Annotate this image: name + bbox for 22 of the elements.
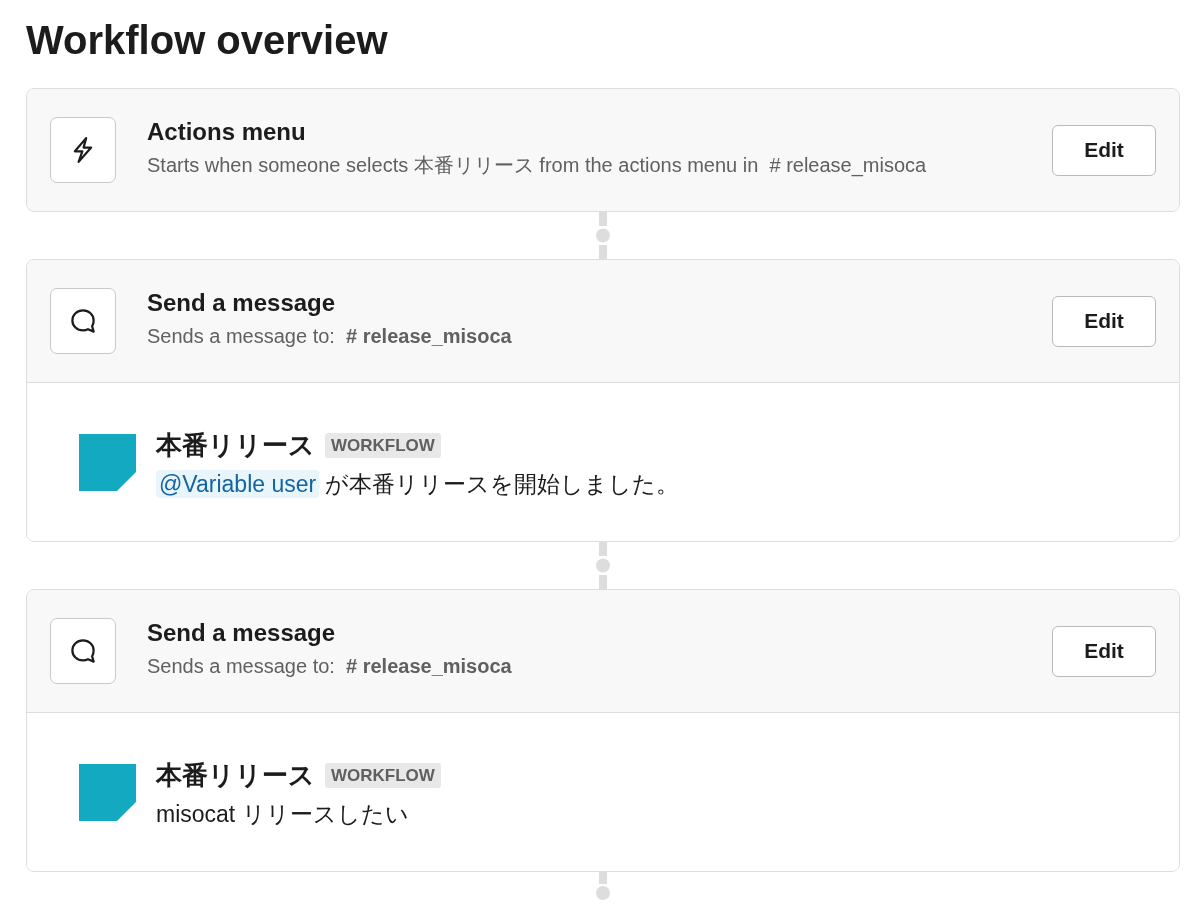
message-text: が本番リリースを開始しました。 <box>325 471 680 497</box>
message-text: misocat リリースしたい <box>156 801 409 827</box>
speech-bubble-icon <box>50 288 116 354</box>
edit-button[interactable]: Edit <box>1052 295 1156 347</box>
step-description: Sends a message to: # release_misoca <box>147 324 513 349</box>
app-avatar-icon <box>79 764 136 821</box>
step-description: Starts when someone selects 本番リリース from the actions menu in # release_misoca <box>147 153 928 179</box>
workflow-badge: WORKFLOW <box>325 432 441 458</box>
step-title: Send a message <box>147 618 337 648</box>
app-avatar-icon <box>79 434 136 491</box>
edit-button[interactable]: Edit <box>1052 625 1156 677</box>
edit-button[interactable]: Edit <box>1052 124 1156 176</box>
sender-name: 本番リリース <box>156 429 315 462</box>
sender-name: 本番リリース <box>156 759 315 792</box>
page-title: Workflow overview <box>26 17 388 64</box>
step-title: Send a message <box>147 288 337 318</box>
user-mention[interactable]: @Variable user <box>156 470 320 498</box>
speech-bubble-icon <box>50 618 116 684</box>
lightning-icon <box>50 117 116 183</box>
workflow-badge: WORKFLOW <box>325 762 441 788</box>
step-title: Actions menu <box>147 117 307 147</box>
step-description: Sends a message to: # release_misoca <box>147 654 513 679</box>
